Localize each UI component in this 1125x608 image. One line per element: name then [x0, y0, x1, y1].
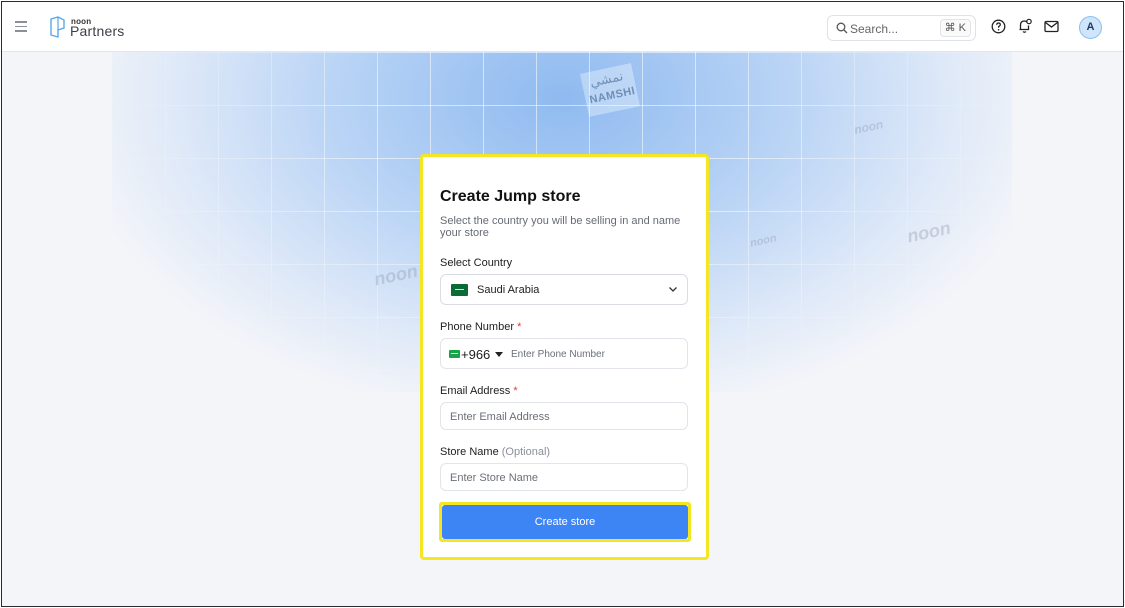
- search-input[interactable]: [850, 20, 940, 37]
- user-avatar[interactable]: A: [1079, 16, 1102, 39]
- store-name-field: [440, 463, 688, 491]
- help-icon[interactable]: [991, 19, 1006, 34]
- country-select[interactable]: Saudi Arabia: [440, 274, 688, 305]
- form-subtitle: Select the country you will be selling i…: [440, 215, 681, 239]
- logo-text-partners: Partners: [70, 23, 125, 39]
- dial-code-selector[interactable]: +966: [461, 347, 490, 362]
- optional-hint: (Optional): [501, 446, 551, 458]
- search-box[interactable]: ⌘ K: [827, 15, 976, 41]
- store-name-input[interactable]: [450, 471, 680, 485]
- saudi-flag-icon: [449, 350, 460, 358]
- email-label-text: Email Address: [440, 385, 511, 397]
- notification-bell-icon[interactable]: [1017, 18, 1033, 34]
- mail-icon[interactable]: [1044, 20, 1059, 33]
- menu-icon[interactable]: [15, 18, 31, 34]
- phone-field: +966: [440, 338, 688, 369]
- form-title: Create Jump store: [440, 188, 581, 205]
- caret-down-icon[interactable]: [495, 352, 503, 357]
- search-shortcut-badge: ⌘ K: [939, 19, 971, 37]
- country-label: Select Country: [440, 257, 513, 269]
- store-name-label-text: Store Name: [440, 446, 499, 458]
- phone-label: Phone Number *: [440, 321, 521, 333]
- saudi-flag-icon: [451, 284, 468, 296]
- phone-input[interactable]: [511, 347, 681, 361]
- email-field: [440, 402, 688, 430]
- submit-highlight: Create store: [439, 502, 691, 542]
- partners-logo-icon: [50, 16, 65, 38]
- store-name-label: Store Name (Optional): [440, 446, 550, 458]
- required-mark: *: [517, 321, 522, 333]
- email-label: Email Address *: [440, 385, 518, 397]
- phone-label-text: Phone Number: [440, 321, 514, 333]
- search-icon: [836, 22, 848, 34]
- chevron-down-icon: [669, 287, 677, 292]
- create-store-button[interactable]: Create store: [442, 505, 688, 539]
- country-select-value: Saudi Arabia: [477, 284, 540, 296]
- top-header: noon Partners ⌘ K A: [2, 2, 1123, 52]
- app-frame: noon Partners ⌘ K A: [1, 1, 1124, 607]
- create-store-card: Create Jump store Select the country you…: [420, 154, 709, 560]
- email-input[interactable]: [450, 410, 680, 424]
- required-mark: *: [513, 385, 518, 397]
